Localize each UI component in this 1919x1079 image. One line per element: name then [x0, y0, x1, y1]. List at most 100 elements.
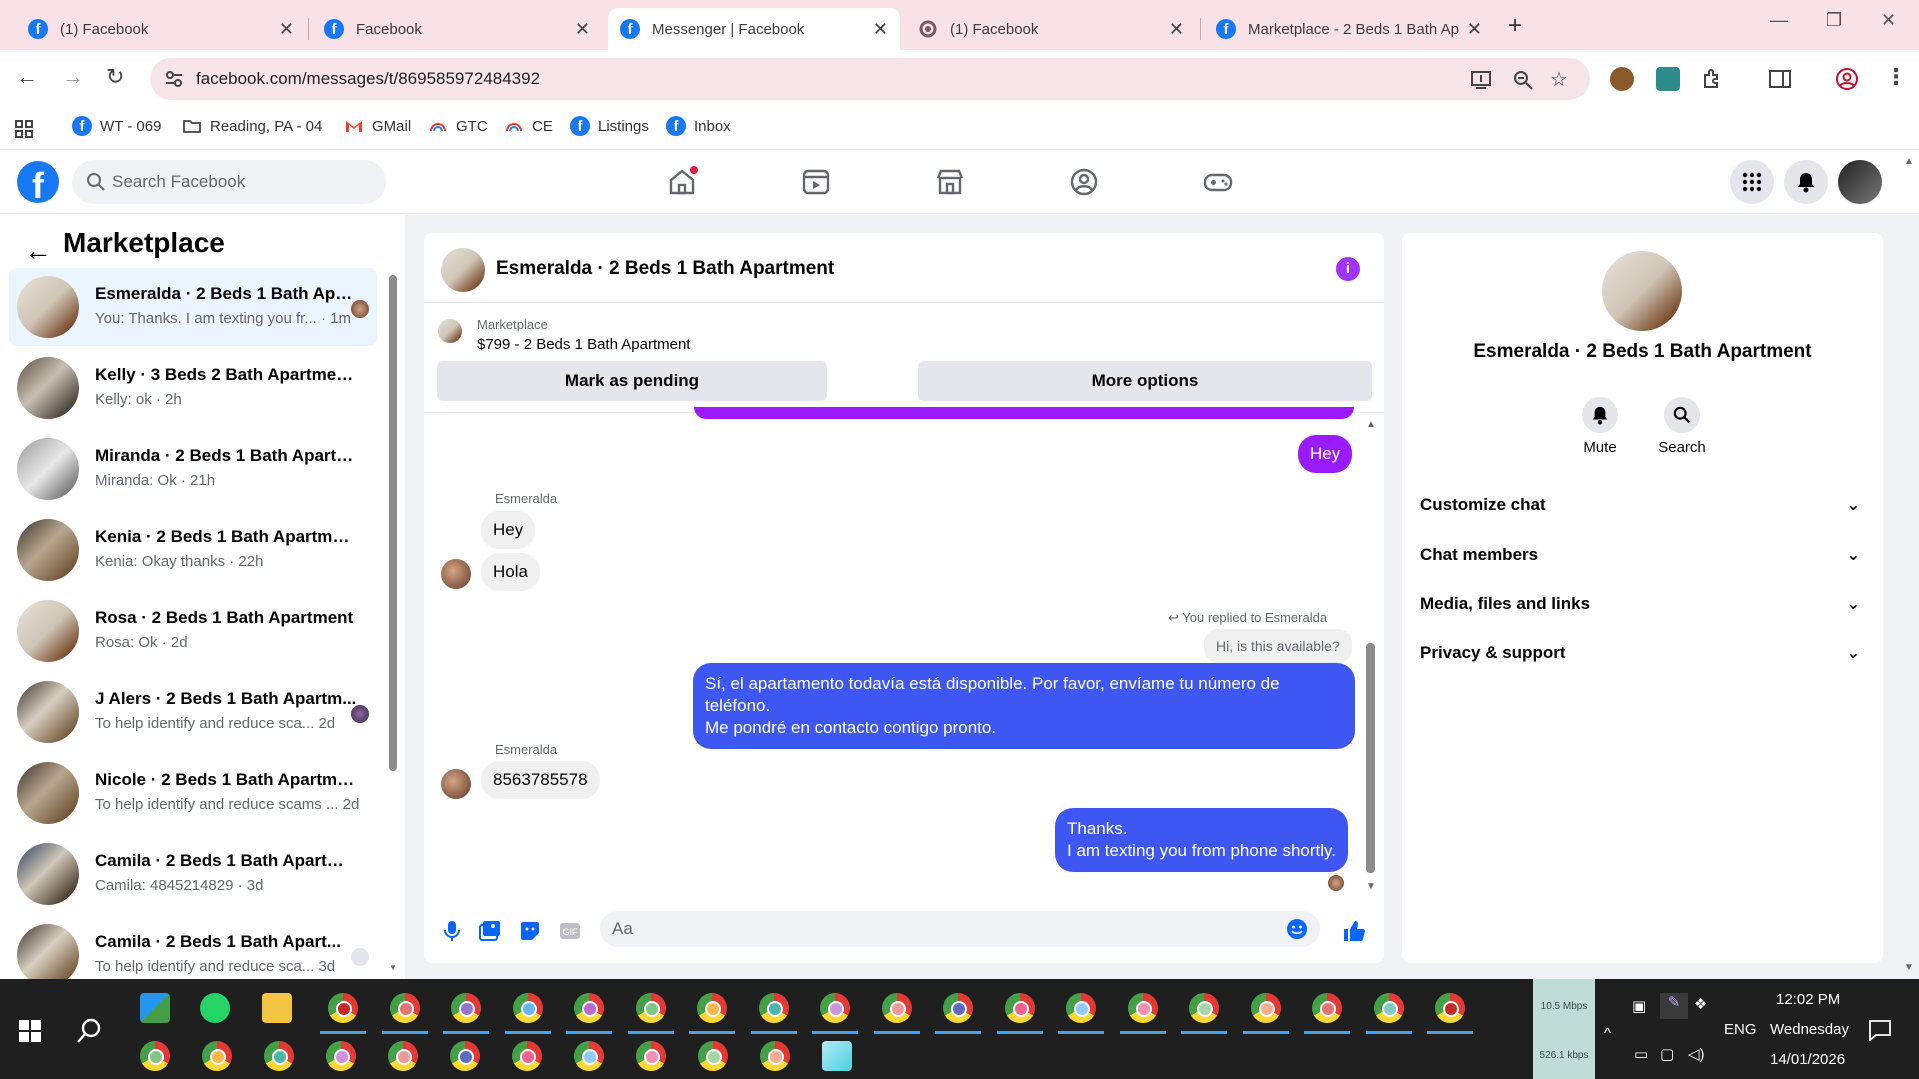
chrome-profile-icon[interactable]: [881, 993, 912, 1023]
gaming-icon[interactable]: [1202, 166, 1234, 198]
contact-avatar[interactable]: [441, 769, 471, 799]
conversation-item[interactable]: Nicole · 2 Beds 1 Bath Apartmen... To he…: [9, 754, 377, 832]
tab-1[interactable]: f (1) Facebook ✕: [16, 8, 306, 50]
pen-icon[interactable]: ✎: [1660, 993, 1688, 1019]
battery-icon[interactable]: ▭: [1634, 1045, 1648, 1063]
page-scroll-up-arrow[interactable]: ▲: [1904, 156, 1914, 167]
privacy-support-section[interactable]: Privacy & support ⌄: [1420, 643, 1870, 673]
chrome-profile-icon[interactable]: [1004, 993, 1035, 1023]
conversation-item[interactable]: Camila · 2 Beds 1 Bath Apartment Camila:…: [9, 835, 377, 913]
back-button[interactable]: ←: [16, 64, 38, 90]
message-input[interactable]: Aa: [600, 911, 1320, 947]
chrome-profile-icon[interactable]: [140, 1041, 170, 1071]
chrome-profile-icon[interactable]: [388, 1041, 418, 1071]
chat-title[interactable]: Esmeralda · 2 Beds 1 Bath Apartment: [496, 258, 834, 280]
show-hidden-icons[interactable]: ^: [1604, 1025, 1611, 1042]
search-facebook-input[interactable]: Search Facebook: [72, 160, 386, 204]
bookmark-star-icon[interactable]: ☆: [1550, 67, 1568, 92]
notepad-icon[interactable]: [822, 1041, 852, 1071]
chrome-profile-icon[interactable]: [635, 993, 666, 1023]
chrome-profile-icon[interactable]: [943, 993, 973, 1023]
list-scrollbar[interactable]: [389, 275, 397, 771]
info-icon[interactable]: i: [1336, 257, 1360, 281]
bookmark-wt-069[interactable]: f WT - 069: [72, 116, 161, 136]
scroll-down-arrow[interactable]: ▼: [1366, 881, 1376, 892]
video-icon[interactable]: [800, 166, 832, 198]
account-icon[interactable]: [1835, 67, 1859, 91]
search-in-chat-button[interactable]: Search: [1642, 397, 1722, 456]
mute-button[interactable]: Mute: [1560, 397, 1640, 456]
chrome-profile-icon[interactable]: [451, 993, 481, 1023]
bookmark-gtc[interactable]: GTC: [428, 116, 488, 136]
chrome-profile-icon[interactable]: [760, 1041, 790, 1071]
zoom-icon[interactable]: [1512, 69, 1534, 91]
close-tab-icon[interactable]: ✕: [1467, 19, 1482, 40]
forward-button[interactable]: →: [62, 64, 84, 90]
incoming-message[interactable]: Hola: [481, 553, 540, 591]
extension-icon[interactable]: [1656, 67, 1680, 91]
marketplace-icon[interactable]: [934, 166, 966, 198]
groups-icon[interactable]: [1068, 166, 1100, 198]
bookmark-reading-pa[interactable]: Reading, PA - 04: [182, 116, 322, 136]
more-options-button[interactable]: More options: [918, 361, 1372, 401]
tab-2[interactable]: f Facebook ✕: [312, 8, 602, 50]
minimize-button[interactable]: —: [1770, 10, 1788, 31]
tab-5[interactable]: f Marketplace - 2 Beds 1 Bath Ap ✕: [1204, 8, 1494, 50]
chrome-profile-icon[interactable]: [1066, 993, 1096, 1023]
clock-time[interactable]: 12:02 PM: [1776, 991, 1840, 1008]
close-tab-icon[interactable]: ✕: [873, 19, 888, 40]
bookmark-inbox[interactable]: f Inbox: [666, 116, 731, 136]
network-icon[interactable]: ▢: [1660, 1045, 1674, 1063]
scroll-down-arrow[interactable]: ▼: [389, 963, 397, 972]
conversation-item[interactable]: Esmeralda · 2 Beds 1 Bath Apa... You: Th…: [9, 268, 377, 346]
chrome-profile-icon[interactable]: [450, 1041, 480, 1071]
conversation-item[interactable]: Miranda · 2 Beds 1 Bath Apartm... Mirand…: [9, 430, 377, 508]
language-indicator[interactable]: ENG: [1724, 1021, 1757, 1038]
close-tab-icon[interactable]: ✕: [279, 19, 294, 40]
tab-3-active[interactable]: f Messenger | Facebook ✕: [608, 8, 900, 50]
dropbox-icon[interactable]: ❖: [1694, 995, 1707, 1013]
notification-center-icon[interactable]: [1868, 1019, 1892, 1041]
clock-day[interactable]: Wednesday: [1770, 1021, 1849, 1038]
chat-members-section[interactable]: Chat members ⌄: [1420, 545, 1870, 575]
omnibox[interactable]: facebook.com/messages/t/869585972484392 …: [150, 58, 1590, 100]
apps-grid-icon[interactable]: [14, 119, 34, 139]
chrome-profile-icon[interactable]: [264, 1041, 294, 1071]
chrome-profile-icon[interactable]: [697, 993, 727, 1023]
emoji-icon[interactable]: [1286, 918, 1308, 940]
tab-4[interactable]: (1) Facebook ✕: [906, 8, 1196, 50]
chat-avatar[interactable]: [441, 248, 485, 292]
scroll-up-arrow[interactable]: ▲: [1366, 419, 1376, 430]
chrome-profile-icon[interactable]: [512, 993, 543, 1023]
screen-icon[interactable]: ▣: [1632, 997, 1646, 1015]
outgoing-message[interactable]: Sí, el apartamento todavía está disponib…: [693, 663, 1355, 749]
chrome-profile-icon[interactable]: [326, 1041, 356, 1071]
store-icon[interactable]: [140, 993, 170, 1023]
chrome-profile-icon[interactable]: [1373, 993, 1404, 1023]
bookmark-listings[interactable]: f Listings: [570, 116, 649, 136]
incoming-message[interactable]: Hey: [481, 511, 536, 549]
chrome-profile-icon[interactable]: [1189, 993, 1219, 1023]
page-scroll-down-arrow[interactable]: ▼: [1904, 962, 1914, 973]
conversation-item[interactable]: Kelly · 3 Beds 2 Bath Apartment ... Kell…: [9, 349, 377, 427]
chrome-profile-icon[interactable]: [512, 1041, 542, 1071]
chrome-profile-icon[interactable]: [758, 993, 789, 1023]
clock-date[interactable]: 14/01/2026: [1770, 1051, 1845, 1068]
close-tab-icon[interactable]: ✕: [575, 19, 590, 40]
chrome-profile-icon[interactable]: [1435, 993, 1465, 1023]
quoted-message[interactable]: Hi, is this available?: [1204, 629, 1352, 663]
chrome-profile-icon[interactable]: [574, 1041, 604, 1071]
site-info-icon[interactable]: [164, 69, 184, 89]
chrome-profile-icon[interactable]: [1312, 993, 1342, 1023]
puzzle-icon[interactable]: [1700, 67, 1724, 91]
home-icon[interactable]: [666, 166, 698, 198]
reload-button[interactable]: ↻: [106, 64, 124, 90]
sticker-icon[interactable]: [518, 919, 542, 943]
gif-icon[interactable]: GIF: [558, 919, 582, 943]
microphone-icon[interactable]: [440, 919, 464, 943]
network-speed-widget[interactable]: 10.5 Mbps 526.1 kbps: [1533, 979, 1595, 1079]
file-explorer-icon[interactable]: [262, 993, 292, 1023]
profile-avatar[interactable]: [1838, 160, 1882, 204]
windows-start-icon[interactable]: [18, 1019, 42, 1043]
close-window-button[interactable]: ✕: [1881, 10, 1896, 31]
